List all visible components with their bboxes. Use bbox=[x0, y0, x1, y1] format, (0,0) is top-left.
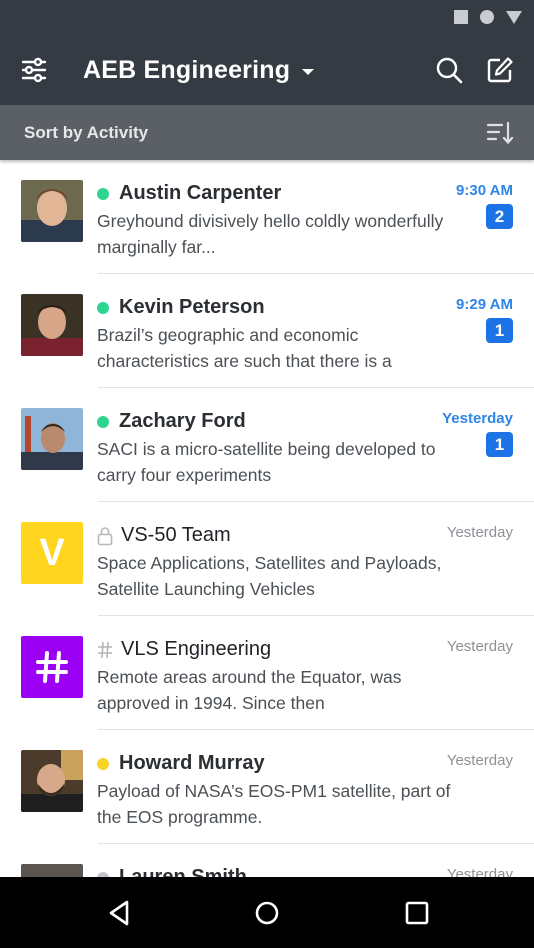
contact-name: Zachary Ford bbox=[119, 410, 246, 432]
chevron-down-icon bbox=[302, 68, 315, 75]
sort-bar: Sort by Activity bbox=[0, 105, 534, 160]
conversation-row[interactable]: Kevin Peterson Brazil’s geographic and e… bbox=[0, 274, 534, 388]
avatar bbox=[21, 864, 83, 877]
presence-away-indicator bbox=[97, 757, 109, 770]
message-preview: Payload of NASA’s EOS-PM1 satellite, par… bbox=[97, 781, 451, 827]
hash-icon bbox=[98, 641, 112, 658]
recents-icon[interactable] bbox=[401, 897, 433, 929]
channel-avatar bbox=[21, 636, 83, 698]
compose-icon[interactable] bbox=[486, 56, 514, 84]
channel-avatar: V bbox=[21, 522, 83, 584]
status-bar bbox=[0, 0, 534, 36]
message-preview: Remote areas around the Equator, was app… bbox=[97, 667, 402, 713]
contact-name: Howard Murray bbox=[119, 752, 265, 774]
timestamp: Yesterday bbox=[446, 866, 513, 877]
timestamp: Yesterday bbox=[446, 752, 513, 769]
conversation-row[interactable]: VLS Engineering Remote areas around the … bbox=[0, 616, 534, 730]
triangle-status-icon bbox=[506, 10, 522, 24]
conversation-row[interactable]: Zachary Ford SACI is a micro-satellite b… bbox=[0, 388, 534, 502]
message-preview: Space Applications, Satellites and Paylo… bbox=[97, 553, 442, 599]
message-preview: SACI is a micro-satellite being develope… bbox=[97, 439, 436, 485]
presence-online-indicator bbox=[97, 187, 109, 200]
system-nav-bar bbox=[0, 877, 534, 948]
contact-name: Austin Carpenter bbox=[119, 182, 282, 204]
sort-list-icon[interactable] bbox=[486, 120, 514, 146]
timestamp: Yesterday bbox=[446, 638, 513, 655]
circle-status-icon bbox=[480, 10, 494, 24]
contact-name: Lauren Smith bbox=[119, 866, 247, 877]
square-status-icon bbox=[454, 10, 468, 24]
avatar bbox=[21, 180, 83, 242]
contact-name: Kevin Peterson bbox=[119, 296, 265, 318]
search-icon[interactable] bbox=[435, 56, 463, 84]
sliders-icon[interactable] bbox=[20, 56, 48, 84]
lock-icon bbox=[97, 526, 113, 545]
avatar bbox=[21, 750, 83, 812]
avatar bbox=[21, 294, 83, 356]
timestamp: Yesterday bbox=[446, 524, 513, 541]
sort-label[interactable]: Sort by Activity bbox=[24, 123, 148, 143]
status-icons bbox=[454, 10, 522, 24]
timestamp: 9:29 AM bbox=[456, 296, 513, 313]
workspace-title: AEB Engineering bbox=[83, 56, 291, 84]
conversation-row[interactable]: V VS-50 Team Space Applications, Satelli… bbox=[0, 502, 534, 616]
unread-badge: 1 bbox=[486, 432, 513, 457]
presence-online-indicator bbox=[97, 301, 109, 314]
conversation-row[interactable]: Howard Murray Payload of NASA’s EOS-PM1 … bbox=[0, 730, 534, 844]
unread-badge: 1 bbox=[486, 318, 513, 343]
back-icon[interactable] bbox=[103, 897, 135, 929]
conversation-row[interactable]: Austin Carpenter Greyhound divisively he… bbox=[0, 160, 534, 274]
app-bar: AEB Engineering bbox=[0, 36, 534, 105]
channel-name: VS-50 Team bbox=[121, 524, 231, 546]
timestamp: 9:30 AM bbox=[456, 182, 513, 199]
timestamp: Yesterday bbox=[442, 410, 513, 427]
conversation-list: Austin Carpenter Greyhound divisively he… bbox=[0, 160, 534, 877]
unread-badge: 2 bbox=[486, 204, 513, 229]
presence-online-indicator bbox=[97, 415, 109, 428]
message-preview: Greyhound divisively hello coldly wonder… bbox=[97, 211, 444, 257]
avatar bbox=[21, 408, 83, 470]
hash-icon bbox=[36, 651, 68, 683]
channel-name: VLS Engineering bbox=[121, 638, 272, 660]
conversation-row[interactable]: Lauren Smith Yesterday bbox=[0, 844, 534, 877]
message-preview: Brazil’s geographic and economic charact… bbox=[97, 325, 392, 371]
workspace-switcher[interactable]: AEB Engineering bbox=[83, 56, 315, 85]
home-icon[interactable] bbox=[251, 897, 283, 929]
